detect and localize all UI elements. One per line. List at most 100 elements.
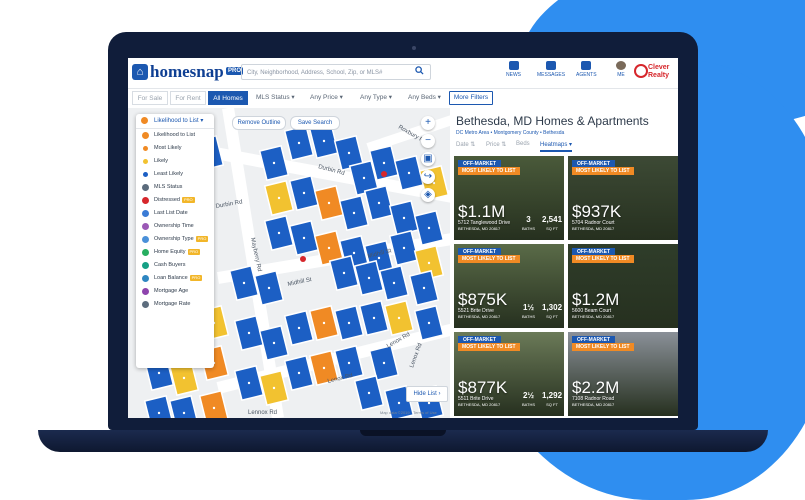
remove-outline-button[interactable]: Remove Outline [232,116,286,130]
map-view[interactable]: Durbin Rd Durbin Rd Midhill St Midhill S… [128,108,450,418]
bus-icon[interactable]: ▣ [421,152,435,166]
layer-icon [143,159,148,164]
carousel-dots[interactable] [506,234,520,237]
listing-price: $2.2M [572,378,620,397]
price-dropdown[interactable]: Any Price ▾ [310,91,343,105]
layer-item-label: Mortgage Rate [154,301,191,307]
sqft-value: 1,302 [542,303,563,312]
carousel-dots[interactable] [506,410,520,413]
layer-item[interactable]: Home Equity PRO [136,246,214,259]
baths-value: 3 [526,215,531,224]
map-attribution: Map data ©2019 · Terms of Use [380,410,437,415]
listing-city: BETHESDA, MD 20817 [458,402,501,407]
mls-status-dropdown[interactable]: MLS Status ▾ [256,91,295,105]
sqft-value: 1,292 [542,391,563,400]
layer-icon [143,172,148,177]
listing-card[interactable]: OFF-MARKET MOST LIKELY TO LIST $1.2M 5600 B… [568,244,678,328]
listing-card[interactable]: OFF-MARKET MOST LIKELY TO LIST $1.1M 5712 T… [454,156,564,240]
tab-for-sale[interactable]: For Sale [132,91,168,105]
news-icon [508,61,519,70]
layer-item-label: Ownership Type [154,236,194,242]
layer-item[interactable]: Loan Balance PRO [136,272,214,285]
listing-card[interactable]: OFF-MARKET MOST LIKELY TO LIST $877K 5511 B… [454,332,564,416]
layer-item-label: Ownership Time [154,223,194,229]
layer-item[interactable]: Cash Buyers [136,259,214,272]
house-logo-icon[interactable]: ⌂ [132,64,148,80]
camera [412,46,416,50]
baths-stat: 3 BATHS [522,216,535,232]
listing-city: BETHESDA, MD 20817 [572,314,615,319]
listing-price: $937K [572,202,622,221]
zoom-out-button[interactable]: − [421,134,435,148]
listing-card[interactable]: OFF-MARKET MOST LIKELY TO LIST $2.2M 7108 R… [568,332,678,416]
listing-card[interactable]: OFF-MARKET MOST LIKELY TO LIST $875K 5521 B… [454,244,564,328]
layer-item[interactable]: Likelihood to List [136,129,214,142]
type-dropdown[interactable]: Any Type ▾ [360,91,392,105]
search-icon[interactable] [415,66,424,75]
save-search-button[interactable]: Save Search [290,116,340,130]
zoom-in-button[interactable]: + [421,116,435,130]
baths-label: BATHS [522,402,536,407]
tab-all-homes[interactable]: All Homes [208,91,248,105]
layer-item-label: Least Likely [154,171,184,177]
search-input[interactable]: City, Neighborhood, Address, School, Zip… [241,64,431,80]
listing-price: $1.1M [458,202,506,221]
hide-list-button[interactable]: Hide List › [406,386,448,402]
layer-item[interactable]: Mortgage Age [136,285,214,298]
sort-heatmaps[interactable]: Heatmaps ▾ [540,141,573,152]
pro-badge: PRO [195,235,209,242]
layer-item-label: Most Likely [154,145,182,151]
beds-dropdown[interactable]: Any Beds ▾ [408,91,441,105]
layers-icon[interactable]: ◈ [421,188,435,202]
layer-icon [143,146,148,151]
layer-icon [142,223,149,230]
layer-icon [142,301,149,308]
sqft-label: SQ FT [546,402,558,407]
layer-icon [142,249,149,256]
layer-item[interactable]: Mortgage Rate [136,298,214,311]
layer-item[interactable]: Most Likely [136,142,214,155]
layer-item[interactable]: Likely [136,155,214,168]
nav-news[interactable]: NEWS [506,61,521,78]
layer-item-label: Distressed [154,197,180,203]
carousel-dots[interactable] [506,322,520,325]
nav-agents[interactable]: AGENTS [576,61,597,78]
sort-price[interactable]: Price ⇅ [486,141,506,148]
sort-beds[interactable]: Beds [516,141,530,147]
layer-item-label: Home Equity [154,249,186,255]
more-filters-button[interactable]: More Filters [449,91,493,105]
layer-item-label: Cash Buyers [154,262,186,268]
nav-messages[interactable]: MESSAGES [537,61,565,78]
page-title: Bethesda, MD Homes & Apartments [456,114,649,128]
likely-to-list-badge: MOST LIKELY TO LIST [572,343,634,351]
layer-item[interactable]: Ownership Type PRO [136,233,214,246]
carousel-dots[interactable] [620,234,634,237]
sqft-label: SQ FT [546,314,558,319]
sort-date[interactable]: Date ⇅ [456,141,475,148]
carousel-dots[interactable] [620,322,634,325]
nav-me[interactable]: ME [616,61,626,78]
layer-item[interactable]: Ownership Time [136,220,214,233]
layer-item-label: Loan Balance [154,275,188,281]
carousel-dots[interactable] [620,410,634,413]
baths-stat: 2½ BATHS [522,392,535,408]
layer-icon [142,197,149,204]
brand-logo[interactable]: Clever Realty [648,64,674,80]
layer-item[interactable]: Last List Date [136,207,214,220]
layer-item[interactable]: Least Likely [136,168,214,181]
tab-for-rent[interactable]: For Rent [170,91,206,105]
likely-to-list-badge: MOST LIKELY TO LIST [458,167,520,175]
layer-selector[interactable]: Likelihood to List ▾ [136,114,214,129]
route-icon[interactable]: ↪ [421,170,435,184]
likely-to-list-badge: MOST LIKELY TO LIST [458,255,520,263]
likely-to-list-badge: MOST LIKELY TO LIST [572,255,634,263]
layer-icon [142,132,149,139]
layer-item[interactable]: MLS Status [136,181,214,194]
listing-card[interactable]: OFF-MARKET MOST LIKELY TO LIST $937K 5704 R… [568,156,678,240]
breadcrumb[interactable]: DC Metro Area • Montgomery County • Beth… [456,130,564,136]
layer-item[interactable]: Distressed PRO [136,194,214,207]
sqft-stat: 1,302 SQ FT [542,304,562,320]
baths-value: 1½ [522,303,535,312]
agents-icon [581,61,592,70]
logo[interactable]: homesnap [150,62,224,82]
